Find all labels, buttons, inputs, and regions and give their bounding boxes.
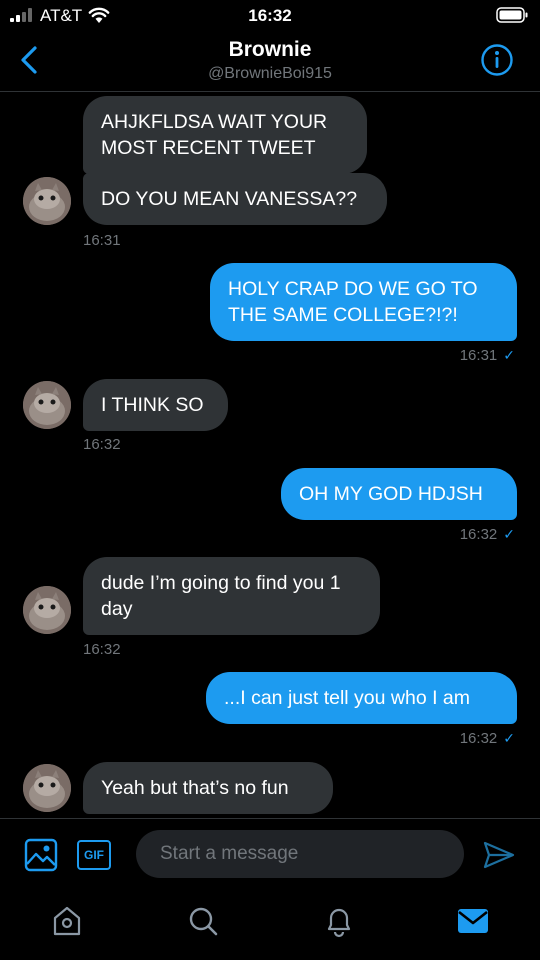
message-composer: GIF: [0, 818, 540, 890]
status-bar: AT&T 16:32: [0, 0, 540, 32]
message-bubble-received[interactable]: DO YOU MEAN VANESSA??: [83, 173, 387, 225]
message-timestamp: 16:32: [459, 526, 498, 543]
search-icon[interactable]: [186, 904, 220, 938]
cat-avatar-icon: [23, 381, 71, 429]
message-timestamp-row: 16:32 ✓: [300, 730, 515, 747]
read-check-icon: ✓: [503, 730, 515, 746]
message-bubble-sent[interactable]: HOLY CRAP DO WE GO TO THE SAME COLLEGE?!…: [210, 263, 517, 341]
messages-icon[interactable]: [456, 904, 490, 938]
contact-handle[interactable]: @BrownieBoi915: [0, 65, 540, 83]
message-input[interactable]: [136, 830, 464, 878]
cat-avatar-icon: [23, 177, 71, 225]
message-timestamp: 16:32: [83, 436, 121, 453]
cat-avatar-icon: [23, 586, 71, 634]
message-timestamp: 16:32: [83, 641, 121, 658]
message-bubble-sent[interactable]: OH MY GOD HDJSH: [281, 468, 517, 520]
bottom-tab-bar: [0, 890, 540, 960]
message-timestamp: 16:31: [83, 232, 121, 249]
conversation-header: Brownie @BrownieBoi915: [0, 32, 540, 92]
message-thread[interactable]: AHJKFLDSA WAIT YOUR MOST RECENT TWEET DO…: [0, 93, 540, 817]
home-icon[interactable]: [50, 904, 84, 938]
cat-avatar-icon: [23, 764, 71, 812]
message-timestamp-row: 16:31 ✓: [300, 347, 515, 364]
contact-name[interactable]: Brownie: [0, 38, 540, 62]
battery-icon: [496, 7, 528, 23]
message-timestamp: 16:32: [459, 730, 498, 747]
read-check-icon: ✓: [503, 347, 515, 363]
contact-avatar[interactable]: [23, 381, 71, 429]
notifications-icon[interactable]: [322, 904, 356, 938]
image-icon[interactable]: [24, 838, 58, 872]
message-bubble-received[interactable]: I THINK SO: [83, 379, 228, 431]
info-icon[interactable]: [480, 43, 514, 77]
message-timestamp-row: 16:32 ✓: [300, 526, 515, 543]
send-icon[interactable]: [482, 840, 516, 870]
contact-avatar[interactable]: [23, 177, 71, 225]
gif-button[interactable]: GIF: [77, 840, 111, 870]
message-bubble-received[interactable]: Yeah but that’s no fun: [83, 762, 333, 814]
clock: 16:32: [248, 6, 292, 25]
contact-avatar[interactable]: [23, 586, 71, 634]
read-check-icon: ✓: [503, 526, 515, 542]
message-bubble-sent[interactable]: ...I can just tell you who I am: [206, 672, 517, 724]
message-bubble-received[interactable]: AHJKFLDSA WAIT YOUR MOST RECENT TWEET: [83, 96, 367, 174]
message-bubble-received[interactable]: dude I’m going to find you 1 day: [83, 557, 380, 635]
message-timestamp: 16:31: [459, 347, 498, 364]
contact-avatar[interactable]: [23, 764, 71, 812]
